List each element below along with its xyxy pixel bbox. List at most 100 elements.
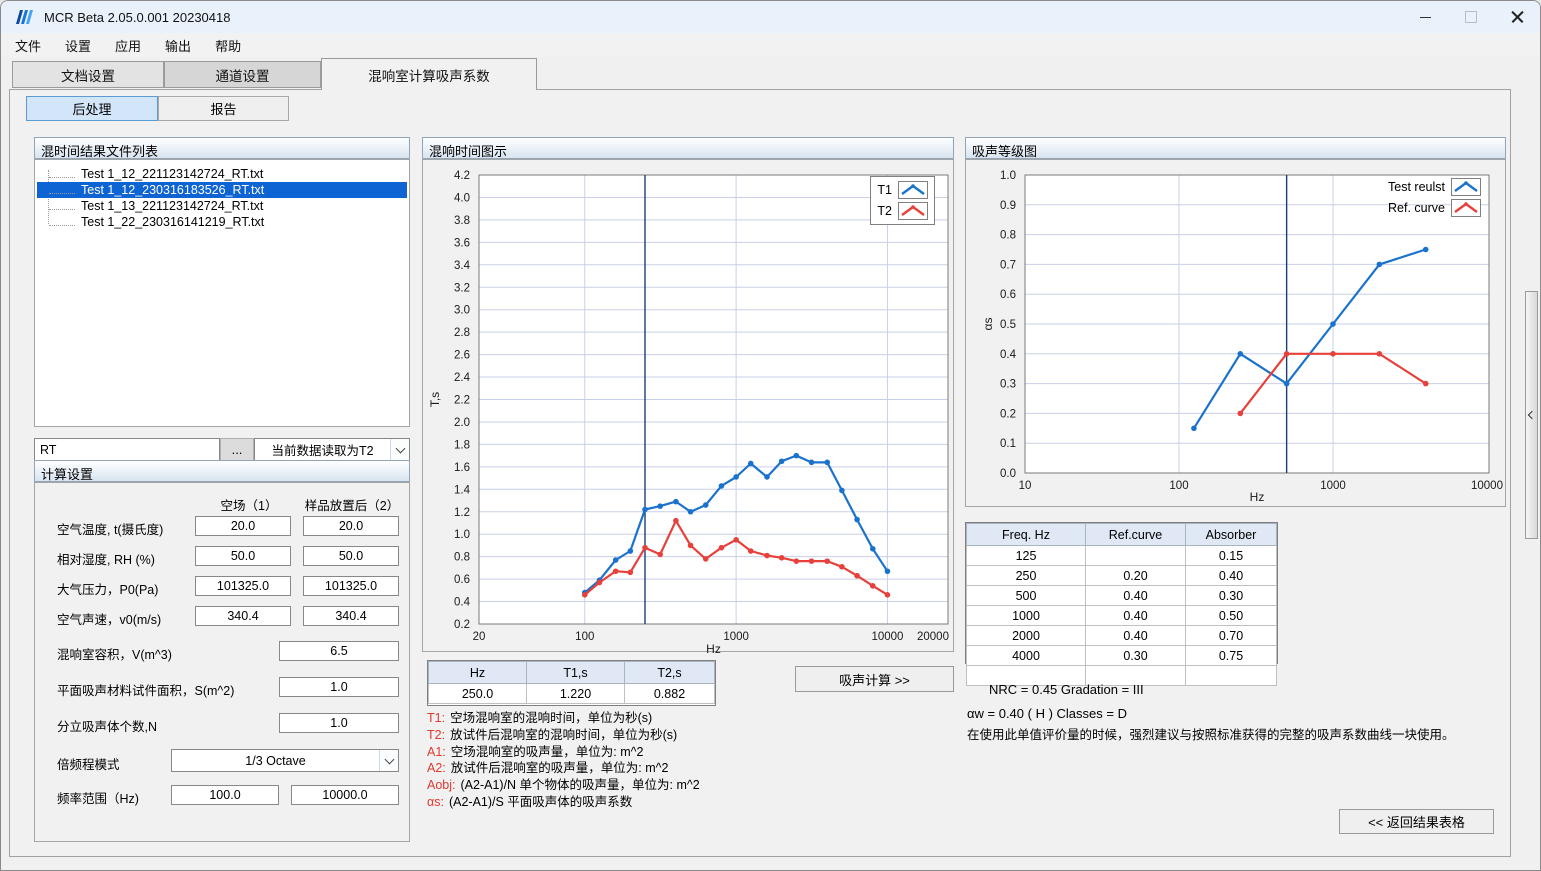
close-button[interactable] (1494, 1, 1540, 33)
calc-col2-header: 样品放置后（2） (297, 495, 407, 514)
minimize-icon (1420, 17, 1431, 18)
panel-collapse-splitter[interactable] (1525, 291, 1538, 539)
note-prefix: A2: (427, 761, 446, 775)
svg-text:10000: 10000 (1471, 480, 1503, 492)
menu-item-2[interactable]: 应用 (103, 33, 153, 58)
svg-text:100: 100 (575, 631, 594, 643)
back-to-results-button[interactable]: << 返回结果表格 (1339, 809, 1494, 834)
file-list-item-3[interactable]: Test 1_22_230316141219_RT.txt (37, 214, 407, 230)
curve-icon (1451, 199, 1481, 217)
file-name: Test 1_22_230316141219_RT.txt (81, 215, 264, 229)
grade-table-cell: 0.20 (1086, 566, 1186, 586)
grade-table-cell: 250 (967, 566, 1086, 586)
rt-table-header-t2: T2,s (625, 662, 715, 684)
note-text: (A2-A1)/N 单个物体的吸声量，单位为: m^2 (461, 778, 700, 792)
legend-entry-1: Ref. curve (1388, 199, 1481, 217)
notes-block: T1:空场混响室的混响时间，单位为秒(s)T2:放试件后混响室的混响时间，单位为… (427, 710, 700, 811)
grade-table-cell: 0.75 (1186, 646, 1277, 666)
maximize-icon (1465, 11, 1477, 23)
file-name: Test 1_12_221123142724_RT.txt (81, 167, 263, 181)
note-prefix: T1: (427, 711, 445, 725)
count-field[interactable]: 1.0 (279, 713, 399, 733)
p0-field-2[interactable]: 101325.0 (303, 576, 399, 596)
legend-label: Test reulst (1388, 180, 1445, 194)
note-text: 放试件后混响室的混响时间，单位为秒(s) (450, 728, 677, 742)
grade-table-cell (1086, 546, 1186, 566)
absorption-calc-button[interactable]: 吸声计算 >> (795, 666, 954, 692)
volume-label: 混响室容积，V(m^3) (57, 644, 172, 663)
tree-branch-icon (49, 225, 75, 226)
browse-button[interactable]: ... (220, 438, 254, 461)
rh-field-2[interactable]: 50.0 (303, 546, 399, 566)
rt-name-input[interactable]: RT (34, 438, 220, 461)
tab-reverb-absorption[interactable]: 混响室计算吸声系数 (321, 58, 537, 90)
note-prefix: T2: (427, 728, 445, 742)
menu-item-4[interactable]: 帮助 (203, 33, 253, 58)
curve-icon (898, 181, 928, 199)
svg-text:2.4: 2.4 (454, 372, 471, 384)
v0-field-2[interactable]: 340.4 (303, 606, 399, 626)
note-prefix: αs: (427, 795, 444, 809)
svg-text:αs: αs (981, 318, 995, 331)
p0-label: 大气压力，P0(Pa) (57, 579, 158, 598)
note-text: 放试件后混响室的吸声量，单位为: m^2 (451, 761, 669, 775)
window-title: MCR Beta 2.05.0.001 20230418 (44, 10, 230, 25)
legend-label: T2 (877, 204, 892, 218)
svg-text:0.1: 0.1 (1000, 438, 1016, 450)
file-list-item-1[interactable]: Test 1_12_230316183526_RT.txt (37, 182, 407, 198)
menu-item-0[interactable]: 文件 (3, 33, 53, 58)
menu-item-1[interactable]: 设置 (53, 33, 103, 58)
legend-label: Ref. curve (1388, 201, 1445, 215)
tab-channel-settings[interactable]: 通道设置 (164, 61, 321, 88)
freq-from-field[interactable]: 100.0 (171, 785, 279, 805)
svg-text:1.0: 1.0 (1000, 170, 1016, 182)
minimize-button[interactable] (1402, 1, 1448, 33)
legend-entry-0: T1 (877, 181, 928, 199)
octave-combo[interactable]: 1/3 Octave (171, 749, 399, 772)
rh-field-1[interactable]: 50.0 (195, 546, 291, 566)
volume-field[interactable]: 6.5 (279, 641, 399, 661)
svg-text:3.2: 3.2 (454, 282, 470, 294)
rt-chart[interactable]: 0.20.40.60.81.01.21.41.61.82.02.22.42.62… (423, 160, 955, 653)
p0-field-1[interactable]: 101325.0 (195, 576, 291, 596)
title-bar: MCR Beta 2.05.0.001 20230418 (1, 1, 1540, 33)
chevron-left-icon (1527, 411, 1535, 419)
menu-item-3[interactable]: 输出 (153, 33, 203, 58)
svg-text:3.8: 3.8 (454, 215, 470, 227)
grade-table-cell: 0.40 (1086, 626, 1186, 646)
freq-to-field[interactable]: 10000.0 (291, 785, 399, 805)
legend-entry-0: Test reulst (1388, 178, 1481, 196)
app-icon (15, 9, 35, 25)
svg-text:Hz: Hz (1250, 490, 1265, 504)
area-field[interactable]: 1.0 (279, 677, 399, 697)
grade-table-cell: 4000 (967, 646, 1086, 666)
svg-text:0.8: 0.8 (1000, 230, 1016, 242)
grade-table-cell: 1000 (967, 606, 1086, 626)
rt-chart-box[interactable]: 0.20.40.60.81.01.21.41.61.82.02.22.42.62… (422, 159, 954, 652)
svg-text:2.8: 2.8 (454, 327, 470, 339)
svg-text:4.2: 4.2 (454, 170, 470, 182)
chevron-down-icon[interactable] (379, 750, 398, 771)
note-prefix: Aobj: (427, 778, 456, 792)
file-list-item-0[interactable]: Test 1_12_221123142724_RT.txt (37, 166, 407, 182)
chevron-down-icon[interactable] (390, 439, 409, 460)
file-list-item-2[interactable]: Test 1_13_221123142724_RT.txt (37, 198, 407, 214)
subtab-postprocess[interactable]: 后处理 (26, 96, 158, 121)
svg-text:T,s: T,s (428, 392, 442, 407)
maximize-button[interactable] (1448, 1, 1494, 33)
temp-field-2[interactable]: 20.0 (303, 516, 399, 536)
tab-document-settings[interactable]: 文档设置 (12, 61, 164, 88)
grade-chart-box[interactable]: 0.00.10.20.30.40.50.60.70.80.91.01010010… (965, 159, 1506, 507)
svg-text:0.0: 0.0 (1000, 468, 1016, 480)
grade-table-row-4: 20000.400.70 (967, 626, 1277, 646)
file-list[interactable]: Test 1_12_221123142724_RT.txtTest 1_12_2… (34, 159, 410, 427)
temp-field-1[interactable]: 20.0 (195, 516, 291, 536)
v0-field-1[interactable]: 340.4 (195, 606, 291, 626)
svg-text:4.0: 4.0 (454, 192, 470, 204)
data-read-mode-combo[interactable]: 当前数据读取为T2 (254, 438, 410, 461)
svg-text:10000: 10000 (871, 631, 903, 643)
freq-range-label: 频率范围（Hz) (57, 788, 139, 807)
subtab-report[interactable]: 报告 (158, 96, 289, 121)
file-name: Test 1_13_221123142724_RT.txt (81, 199, 263, 213)
note-line-2: A1:空场混响室的吸声量，单位为: m^2 (427, 744, 700, 761)
